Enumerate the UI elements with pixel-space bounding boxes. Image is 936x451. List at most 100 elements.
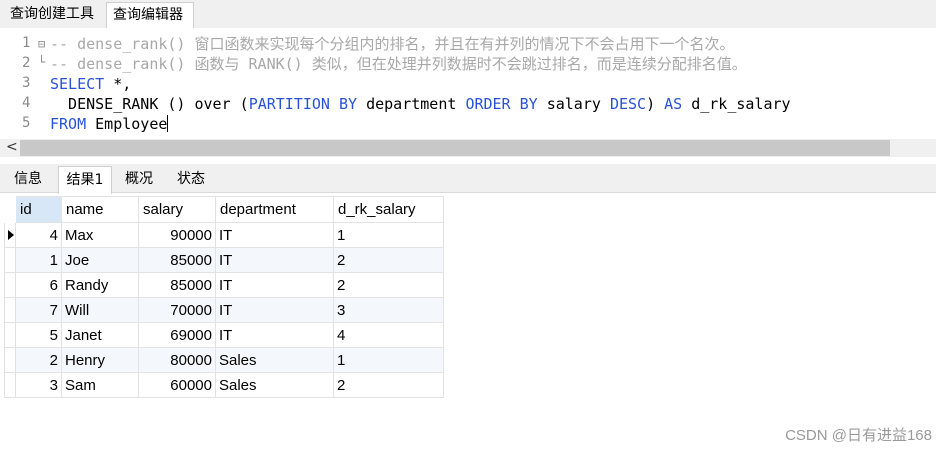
code-text: ) (646, 95, 665, 113)
cell-salary[interactable]: 80000 (138, 347, 216, 373)
table-row[interactable]: 5 Janet 69000 IT 4 (4, 322, 444, 348)
cell-d-rk-salary[interactable]: 1 (333, 347, 444, 373)
code-line-5: FROM Employee (50, 114, 169, 134)
code-text: DENSE_RANK () over ( (50, 95, 249, 113)
code-line-4: DENSE_RANK () over (PARTITION BY departm… (50, 94, 791, 114)
cell-salary[interactable]: 69000 (138, 322, 216, 348)
comment-text: -- dense_rank() 窗口函数来实现每个分组内的排名，并且在有并列的情… (50, 35, 735, 53)
line-number: 4 (22, 95, 31, 111)
tab-result-1[interactable]: 结果1 (58, 166, 112, 194)
tab-query-builder[interactable]: 查询创建工具 (4, 2, 104, 27)
horizontal-scrollbar[interactable]: < (0, 139, 936, 157)
cell-salary[interactable]: 85000 (138, 272, 216, 298)
column-header-department[interactable]: department (215, 196, 334, 223)
row-indicator[interactable] (4, 347, 16, 373)
cell-d-rk-salary[interactable]: 1 (333, 222, 444, 248)
column-header-name[interactable]: name (61, 196, 139, 223)
cell-d-rk-salary[interactable]: 3 (333, 297, 444, 323)
query-tab-bar: 查询创建工具 查询编辑器 (0, 0, 936, 29)
cell-d-rk-salary[interactable]: 2 (333, 272, 444, 298)
cell-d-rk-salary[interactable]: 4 (333, 322, 444, 348)
scroll-left-icon[interactable]: < (6, 139, 18, 155)
fold-collapse-icon[interactable]: ⊟ (38, 37, 45, 51)
code-line-3: SELECT *, (50, 74, 131, 94)
cell-name[interactable]: Henry (61, 347, 139, 373)
table-row[interactable]: 7 Will 70000 IT 3 (4, 297, 444, 323)
cell-d-rk-salary[interactable]: 2 (333, 372, 444, 398)
cell-salary[interactable]: 90000 (138, 222, 216, 248)
cell-department[interactable]: IT (215, 247, 334, 273)
keyword: SELECT (50, 75, 105, 93)
line-number: 2 (22, 55, 31, 71)
cell-id[interactable]: 3 (15, 372, 62, 398)
keyword: DESC (609, 95, 647, 113)
sql-editor[interactable]: 1 2 3 4 5 ⊟ └ -- dense_rank() 窗口函数来实现每个分… (0, 28, 936, 138)
cell-id[interactable]: 7 (15, 297, 62, 323)
code-text: department (357, 95, 466, 113)
row-indicator[interactable] (4, 297, 16, 323)
line-number-gutter: 1 2 3 4 5 ⊟ └ (0, 28, 45, 138)
cell-id[interactable]: 6 (15, 272, 62, 298)
cell-department[interactable]: IT (215, 322, 334, 348)
header-row: id name salary department d_rk_salary (4, 196, 444, 223)
row-indicator[interactable] (4, 322, 16, 348)
cell-name[interactable]: Joe (61, 247, 139, 273)
line-number: 5 (22, 115, 31, 131)
scrollbar-thumb[interactable] (20, 140, 890, 156)
row-indicator-header (4, 196, 16, 223)
keyword: ORDER BY (465, 95, 538, 113)
result-table: id name salary department d_rk_salary 4M… (4, 196, 444, 398)
keyword: FROM (50, 115, 87, 133)
cell-salary[interactable]: 60000 (138, 372, 216, 398)
cell-department[interactable]: Sales (215, 372, 334, 398)
cell-name[interactable]: Will (61, 297, 139, 323)
row-indicator[interactable] (4, 247, 16, 273)
column-header-id[interactable]: id (15, 196, 62, 223)
tab-profile[interactable]: 概况 (114, 166, 164, 192)
table-row[interactable]: 1 Joe 85000 IT 2 (4, 247, 444, 273)
column-header-d-rk-salary[interactable]: d_rk_salary (333, 196, 444, 223)
row-indicator[interactable] (4, 222, 16, 248)
cell-department[interactable]: Sales (215, 347, 334, 373)
cell-name[interactable]: Randy (61, 272, 139, 298)
code-text: *, (104, 75, 132, 93)
cell-department[interactable]: IT (215, 297, 334, 323)
keyword: AS (664, 95, 683, 113)
code-line-1: -- dense_rank() 窗口函数来实现每个分组内的排名，并且在有并列的情… (50, 34, 735, 54)
keyword: PARTITION BY (248, 95, 358, 113)
cell-id[interactable]: 5 (15, 322, 62, 348)
cell-name[interactable]: Janet (61, 322, 139, 348)
watermark: CSDN @日有进益168 (785, 427, 932, 444)
table-row[interactable]: 4 Max 90000 IT 1 (4, 222, 444, 248)
table-row[interactable]: 2 Henry 80000 Sales 1 (4, 347, 444, 373)
cell-name[interactable]: Max (61, 222, 139, 248)
table-row[interactable]: 3 Sam 60000 Sales 2 (4, 372, 444, 398)
cell-id[interactable]: 1 (15, 247, 62, 273)
result-grid: id name salary department d_rk_salary 4M… (4, 196, 444, 398)
cell-d-rk-salary[interactable]: 2 (333, 247, 444, 273)
line-number: 3 (22, 75, 31, 91)
cell-department[interactable]: IT (215, 222, 334, 248)
code-text: salary (537, 95, 610, 113)
line-number: 1 (22, 35, 31, 51)
cell-id[interactable]: 2 (15, 347, 62, 373)
current-row-pointer-icon (8, 229, 14, 240)
comment-text: -- dense_rank() 函数与 RANK() 类似，但在处理并列数据时不… (50, 55, 747, 73)
tab-query-editor[interactable]: 查询编辑器 (106, 2, 194, 29)
cell-id[interactable]: 4 (15, 222, 62, 248)
table-row[interactable]: 6 Randy 85000 IT 2 (4, 272, 444, 298)
result-tab-bar: 信息 结果1 概况 状态 (0, 164, 936, 194)
row-indicator[interactable] (4, 372, 16, 398)
text-cursor (167, 115, 169, 132)
tab-info[interactable]: 信息 (4, 166, 52, 192)
cell-department[interactable]: IT (215, 272, 334, 298)
cell-salary[interactable]: 70000 (138, 297, 216, 323)
cell-name[interactable]: Sam (61, 372, 139, 398)
code-text: d_rk_salary (682, 95, 791, 113)
code-line-2: -- dense_rank() 函数与 RANK() 类似，但在处理并列数据时不… (50, 54, 747, 74)
cell-salary[interactable]: 85000 (138, 247, 216, 273)
row-indicator[interactable] (4, 272, 16, 298)
column-header-salary[interactable]: salary (138, 196, 216, 223)
fold-end-icon: └ (38, 55, 46, 69)
tab-status[interactable]: 状态 (166, 166, 216, 192)
